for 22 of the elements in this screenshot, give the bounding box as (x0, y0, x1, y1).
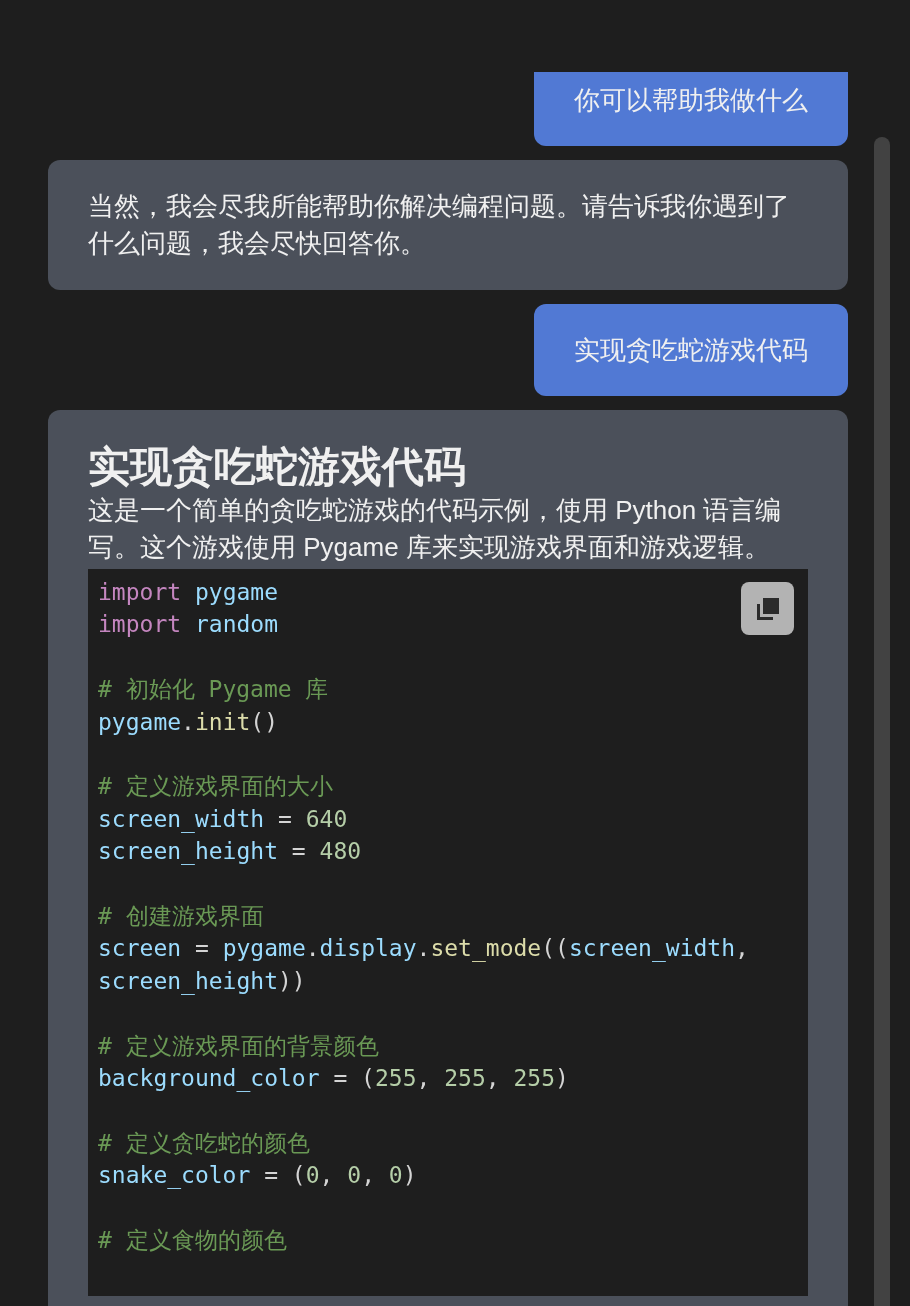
code-line: import random (98, 611, 279, 638)
code-line: import pygame (98, 579, 279, 605)
message-text: 当然，我会尽我所能帮助你解决编程问题。请告诉我你遇到了什么问题，我会尽快回答你。 (88, 190, 791, 260)
code-line: # 定义贪吃蛇的颜色 (98, 1129, 310, 1156)
copy-icon (756, 597, 779, 620)
code-line: # 定义游戏界面的大小 (98, 773, 333, 800)
user-message: 实现贪吃蛇游戏代码 (534, 304, 848, 396)
code-line: background_color = (255, 255, 255) (98, 1065, 569, 1092)
code-line: # 定义游戏界面的背景颜色 (98, 1032, 379, 1059)
code-line: screen_height = 480 (98, 838, 362, 865)
code-line: # 初始化 Pygame 库 (98, 676, 329, 703)
user-message: 你可以帮助我做什么 (534, 72, 848, 146)
code-line: screen_width = 640 (98, 805, 348, 832)
message-text: 这是一个简单的贪吃蛇游戏的代码示例，使用 Python 语言编写。这个游戏使用 Pygame 库来实现游戏界面和游戏逻辑。 (88, 494, 783, 564)
code-line: pygame.init() (98, 708, 279, 735)
copy-button[interactable] (741, 582, 794, 635)
code-line: # 定义食物的颜色 (98, 1227, 287, 1254)
code-line: # 创建游戏界面 (98, 903, 264, 929)
code-line: screen = pygame.display.set_mode((screen_width, screen_height)) (98, 935, 750, 994)
code-line: snake_color = (0, 0, 0) (98, 1162, 417, 1189)
scrollbar[interactable] (874, 137, 890, 1306)
answer-heading: 实现贪吃蛇游戏代码 (88, 442, 467, 492)
